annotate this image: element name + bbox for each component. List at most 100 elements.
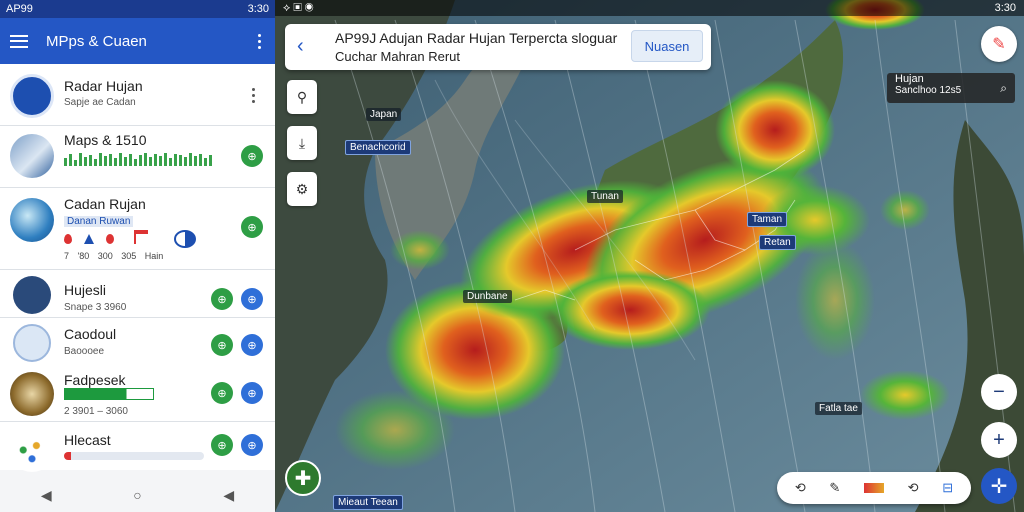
flag-icon <box>134 230 148 244</box>
weather-icons-row <box>64 230 204 248</box>
app-bar: MPps & Cuaen <box>0 18 275 64</box>
map-label: Tunan <box>587 190 623 203</box>
legend-icon[interactable] <box>863 483 884 493</box>
list-item-title: Maps & 1510 <box>64 132 147 148</box>
search-subtitle: Sanclhoo 12s5 <box>895 85 962 96</box>
open-button[interactable]: ⊕ <box>211 334 233 356</box>
radar-map[interactable]: ⟡ ▣ ◉ 3:30 ‹ AP99J Adujan Radar Hujan Te… <box>275 0 1024 512</box>
open-button[interactable]: ⊕ <box>241 145 263 167</box>
more-options-icon[interactable] <box>254 32 265 51</box>
save-icon[interactable]: ⊟ <box>942 480 953 496</box>
list-item[interactable]: Cadan Rujan Danan Ruwan 7 '80 300 305 Ha… <box>0 188 275 270</box>
radar-thumbnail <box>10 198 54 242</box>
map-app-icon <box>13 276 51 314</box>
app-title: MPps & Cuaen <box>46 32 147 50</box>
map-label: Retan <box>759 235 796 250</box>
half-circle-icon <box>174 230 196 248</box>
open-button[interactable]: ⊕ <box>241 216 263 238</box>
list-item-title: Radar Hujan <box>64 78 143 94</box>
status-right-text: 3:30 <box>994 2 1016 14</box>
status-right-text: 3:30 <box>247 3 269 15</box>
location-pin-icon[interactable]: ⚲ <box>287 80 317 114</box>
share-button[interactable]: ⊕ <box>241 288 263 310</box>
map-label: Japan <box>366 108 402 121</box>
share-button[interactable]: ⊕ <box>241 382 263 404</box>
list-item[interactable]: Radar Hujan Sapje ae Cadan <box>0 64 275 126</box>
weather-stats: 7 '80 300 305 Hain <box>64 251 164 261</box>
dots-icon <box>10 428 54 472</box>
header-title: AP99J Adujan Radar Hujan Terpercta slogu… <box>335 30 618 46</box>
progress-bar <box>64 452 204 460</box>
list-item-title: Cadan Rujan <box>64 196 146 212</box>
map-label: Dunbane <box>463 290 512 303</box>
radar-app-icon <box>10 74 54 118</box>
rain-cell <box>795 240 875 360</box>
map-toolbar: ⟲ ✎ ⟲ ⊟ <box>777 472 971 504</box>
location-search[interactable]: Hujan Sanclhoo 12s5 ⌕ <box>887 73 1015 103</box>
rain-cell <box>715 80 835 180</box>
system-nav-bar: ◀ ○ ◀ <box>0 478 275 512</box>
app-list-panel: AP99 3:30 MPps & Cuaen Radar Hujan Sapje… <box>0 0 275 512</box>
compass-button[interactable]: ✛ <box>981 468 1017 504</box>
share-button[interactable]: ⊕ <box>241 334 263 356</box>
back-nav-icon[interactable]: ◀ <box>41 487 52 504</box>
header-action-button[interactable]: Nuasen <box>631 30 703 62</box>
locate-button[interactable]: ✚ <box>285 460 321 496</box>
rain-cell <box>550 270 710 350</box>
status-left-text: AP99 <box>6 3 33 15</box>
list-item-title: Hujesli <box>64 282 107 298</box>
list-item-title: Caodoul <box>64 326 117 342</box>
search-title: Hujan <box>895 73 924 85</box>
list-item-subtitle: 2 3901 – 3060 <box>64 406 128 417</box>
satellite-thumbnail <box>10 372 54 416</box>
list-item-subtitle: Snape 3 3960 <box>64 302 127 313</box>
item-more-icon[interactable] <box>248 86 259 105</box>
progress-bar <box>64 388 154 400</box>
app-list: Radar Hujan Sapje ae Cadan Maps & 1510 ⊕… <box>0 64 275 472</box>
list-item[interactable]: Fadpesek 2 3901 – 3060 ⊕ ⊕ <box>0 362 275 422</box>
map-label: Mieaut Teean <box>333 495 403 510</box>
phone-status-bar: AP99 3:30 <box>0 0 275 18</box>
maps-thumbnail <box>10 134 54 178</box>
open-button[interactable]: ⊕ <box>211 288 233 310</box>
layers-icon[interactable]: ⤓ <box>287 126 317 160</box>
map-label: Benachcorid <box>345 140 411 155</box>
activity-bars <box>64 152 212 166</box>
drop-icon <box>106 234 114 244</box>
list-item[interactable]: Caodoul Baoooee ⊕ ⊕ <box>0 318 275 362</box>
open-button[interactable]: ⊕ <box>211 382 233 404</box>
bookmark-icon[interactable]: ✎ <box>829 480 840 496</box>
list-item[interactable]: Maps & 1510 ⊕ <box>0 126 275 188</box>
radar-icon <box>13 324 51 362</box>
list-item-subtitle: Baoooee <box>64 346 105 357</box>
share-icon[interactable]: ⟲ <box>908 480 919 496</box>
list-item-title: Fadpesek <box>64 372 126 388</box>
header-subtitle: Cuchar Mahran Rerut <box>335 49 460 64</box>
zoom-in-button[interactable]: + <box>981 422 1017 458</box>
list-item[interactable]: Hlecast ⊕ ⊕ <box>0 422 275 472</box>
triangle-icon <box>84 234 94 244</box>
map-status-bar: ⟡ ▣ ◉ 3:30 <box>275 0 1024 16</box>
list-item-subtitle: Danan Ruwan <box>64 216 134 227</box>
back-arrow-icon[interactable]: ‹ <box>297 35 304 58</box>
home-nav-icon[interactable]: ○ <box>133 487 141 503</box>
navigate-icon[interactable]: ⟲ <box>795 480 806 496</box>
zoom-out-button[interactable]: − <box>981 374 1017 410</box>
menu-icon[interactable] <box>10 34 28 48</box>
list-item-title: Hlecast <box>64 432 111 448</box>
drop-icon <box>64 234 72 244</box>
search-icon[interactable]: ⌕ <box>1000 81 1007 96</box>
settings-icon[interactable]: ⚙ <box>287 172 317 206</box>
rain-cell <box>390 230 450 270</box>
share-button[interactable]: ⊕ <box>241 434 263 456</box>
status-icons: ⟡ ▣ ◉ <box>283 1 314 14</box>
rain-cell <box>860 370 950 420</box>
recents-nav-icon[interactable]: ◀ <box>223 487 234 504</box>
list-item[interactable]: Hujesli Snape 3 3960 ⊕ ⊕ <box>0 270 275 318</box>
rain-cell <box>880 190 930 230</box>
open-button[interactable]: ⊕ <box>211 434 233 456</box>
map-label: Taman <box>747 212 788 227</box>
map-label: Fatla tae <box>815 402 862 415</box>
profile-avatar[interactable]: ✎ <box>981 26 1017 62</box>
list-item-subtitle: Sapje ae Cadan <box>64 97 136 108</box>
